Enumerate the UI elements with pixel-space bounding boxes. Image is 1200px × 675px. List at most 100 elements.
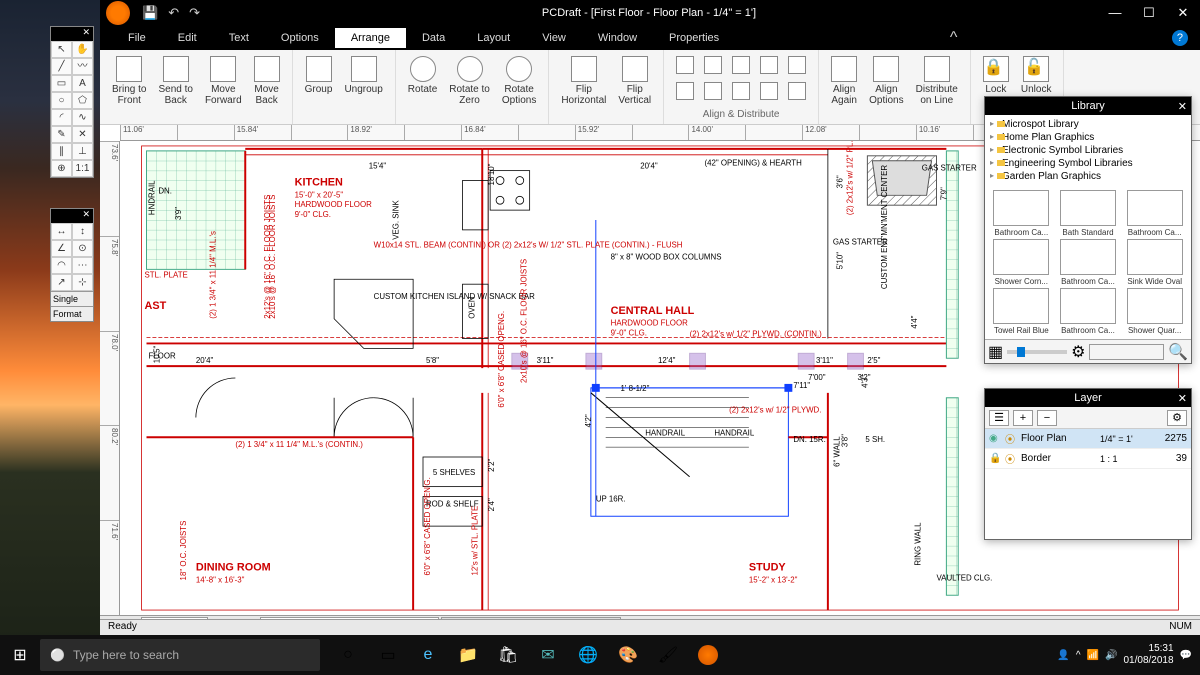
edge-icon[interactable]: e xyxy=(408,635,448,675)
menu-window[interactable]: Window xyxy=(582,28,653,48)
tool-palette-main[interactable]: ✕ ↖✋ ╱〰 ▭A ○⬠ ◜∿ ✎✕ ∥⊥ ⊕1:1 xyxy=(50,26,94,178)
lock-button[interactable]: 🔒Lock xyxy=(979,54,1013,97)
dim-chain[interactable]: ⋯ xyxy=(72,257,93,274)
lock-icon[interactable]: ⦿ xyxy=(1005,431,1017,446)
menu-text[interactable]: Text xyxy=(213,28,265,48)
tool-line[interactable]: ╱ xyxy=(51,58,72,75)
tray-network-icon[interactable]: 📶 xyxy=(1087,650,1099,661)
lib-search-icon[interactable]: 🔍 xyxy=(1168,342,1188,362)
tool-rect[interactable]: ▭ xyxy=(51,75,72,92)
ribbon-collapse-icon[interactable]: ^ xyxy=(942,29,966,47)
menu-file[interactable]: File xyxy=(112,28,162,48)
tray-volume-icon[interactable]: 🔊 xyxy=(1105,650,1117,661)
tool-x[interactable]: ✕ xyxy=(72,126,93,143)
lock-icon[interactable]: 🔒 xyxy=(989,453,1001,464)
layer-remove-button[interactable]: − xyxy=(1037,410,1057,426)
dist-4-button[interactable] xyxy=(784,80,810,104)
lib-folder[interactable]: Electronic Symbol Libraries xyxy=(988,144,1188,157)
library-item[interactable]: Shower Corn... xyxy=(989,239,1054,286)
app-icon[interactable] xyxy=(106,1,130,25)
flip-v-button[interactable]: Flip Vertical xyxy=(614,54,655,108)
tool-palette-dims[interactable]: ✕ ↔↕ ∠⊙ ◠⋯ ↗⊹ Single Format xyxy=(50,208,94,322)
align-bottom-button[interactable] xyxy=(672,80,698,104)
library-item[interactable]: Bath Standard xyxy=(1056,190,1121,237)
qat-save-icon[interactable]: 💾 xyxy=(142,5,158,21)
tool-parallel[interactable]: ∥ xyxy=(51,143,72,160)
dim-arc[interactable]: ◠ xyxy=(51,257,72,274)
lib-size-slider[interactable] xyxy=(1007,350,1067,354)
close-button[interactable]: ✕ xyxy=(1166,5,1200,21)
tray-people-icon[interactable]: 👤 xyxy=(1057,650,1069,661)
help-icon[interactable]: ? xyxy=(1172,30,1188,46)
layer-panel[interactable]: Layer✕ ☰ + − ⚙ ◉ ⦿ Floor Plan 1/4" = 1' … xyxy=(984,388,1192,540)
library-item[interactable]: Bathroom Ca... xyxy=(1056,239,1121,286)
store-icon[interactable]: 🛍 xyxy=(488,635,528,675)
align-top-button[interactable] xyxy=(756,54,782,78)
group-button[interactable]: Group xyxy=(301,54,337,97)
visibility-icon[interactable]: ⦿ xyxy=(1005,451,1017,466)
tool-polygon[interactable]: ⬠ xyxy=(72,92,93,109)
library-panel[interactable]: Library✕ Microspot Library Home Plan Gra… xyxy=(984,96,1192,364)
lib-folder[interactable]: Home Plan Graphics xyxy=(988,131,1188,144)
library-item[interactable]: Bathroom Ca... xyxy=(1122,190,1187,237)
mail-icon[interactable]: ✉ xyxy=(528,635,568,675)
align-middle-button[interactable] xyxy=(784,54,810,78)
lib-folder[interactable]: Garden Plan Graphics xyxy=(988,170,1188,183)
align-left-button[interactable] xyxy=(672,54,698,78)
library-item[interactable]: Shower Quar... xyxy=(1122,288,1187,335)
menu-data[interactable]: Data xyxy=(406,28,461,48)
taskview-icon[interactable]: ▭ xyxy=(368,635,408,675)
rotate-zero-button[interactable]: Rotate to Zero xyxy=(445,54,494,108)
lib-gear-icon[interactable]: ⚙ xyxy=(1071,342,1085,362)
visibility-icon[interactable]: ◉ xyxy=(989,433,1001,444)
menu-layout[interactable]: Layout xyxy=(461,28,526,48)
tool-perp[interactable]: ⊥ xyxy=(72,143,93,160)
tool-pointer[interactable]: ↖ xyxy=(51,41,72,58)
tool-freehand[interactable]: ✎ xyxy=(51,126,72,143)
app1-icon[interactable]: 🎨 xyxy=(608,635,648,675)
layer-close-icon[interactable]: ✕ xyxy=(1178,390,1187,408)
dist-h-button[interactable] xyxy=(700,80,726,104)
tool-hand[interactable]: ✋ xyxy=(72,41,93,58)
align-again-button[interactable]: Align Again xyxy=(827,54,861,108)
qat-redo-icon[interactable]: ↷ xyxy=(189,5,200,21)
library-item[interactable]: Bathroom Ca... xyxy=(989,190,1054,237)
ungroup-button[interactable]: Ungroup xyxy=(340,54,386,97)
align-center-button[interactable] xyxy=(700,54,726,78)
lib-folder[interactable]: Microspot Library xyxy=(988,118,1188,131)
dist-3-button[interactable] xyxy=(756,80,782,104)
dim-angle[interactable]: ∠ xyxy=(51,240,72,257)
align-options-button[interactable]: Align Options xyxy=(865,54,907,108)
layer-add-button[interactable]: + xyxy=(1013,410,1033,426)
library-item[interactable]: Sink Wide Oval xyxy=(1122,239,1187,286)
layer-row[interactable]: ◉ ⦿ Floor Plan 1/4" = 1' 2275 xyxy=(985,429,1191,449)
tray-notifications-icon[interactable]: 💬 xyxy=(1180,650,1192,661)
distribute-line-button[interactable]: Distribute on Line xyxy=(912,54,962,108)
lib-search-input[interactable] xyxy=(1089,344,1164,360)
rotate-button[interactable]: Rotate xyxy=(404,54,441,108)
bring-to-front-button[interactable]: Bring to Front xyxy=(108,54,150,108)
dim-leader[interactable]: ↗ xyxy=(51,274,72,291)
send-to-back-button[interactable]: Send to Back xyxy=(154,54,196,108)
menu-arrange[interactable]: Arrange xyxy=(335,28,406,48)
palette-single[interactable]: Single xyxy=(51,291,93,306)
library-item[interactable]: Towel Rail Blue xyxy=(989,288,1054,335)
menu-options[interactable]: Options xyxy=(265,28,335,48)
tool-marker[interactable]: ⊕ xyxy=(51,160,72,177)
qat-undo-icon[interactable]: ↶ xyxy=(168,5,179,21)
dim-coord[interactable]: ⊹ xyxy=(72,274,93,291)
tool-arc[interactable]: ◜ xyxy=(51,109,72,126)
taskbar-search[interactable]: ⚪ Type here to search xyxy=(40,639,320,671)
dist-v-button[interactable] xyxy=(728,80,754,104)
unlock-button[interactable]: 🔓Unlock xyxy=(1017,54,1056,97)
dim-vert[interactable]: ↕ xyxy=(72,223,93,240)
library-close-icon[interactable]: ✕ xyxy=(1178,98,1187,116)
app2-icon[interactable]: 🖌 xyxy=(648,635,688,675)
layer-merge-button[interactable]: ☰ xyxy=(989,410,1009,426)
explorer-icon[interactable]: 📁 xyxy=(448,635,488,675)
flip-h-button[interactable]: Flip Horizontal xyxy=(557,54,610,108)
rotate-options-button[interactable]: Rotate Options xyxy=(498,54,540,108)
pcdraft-taskbar-icon[interactable] xyxy=(688,635,728,675)
library-tree[interactable]: Microspot Library Home Plan Graphics Ele… xyxy=(985,115,1191,186)
dim-horiz[interactable]: ↔ xyxy=(51,223,72,240)
